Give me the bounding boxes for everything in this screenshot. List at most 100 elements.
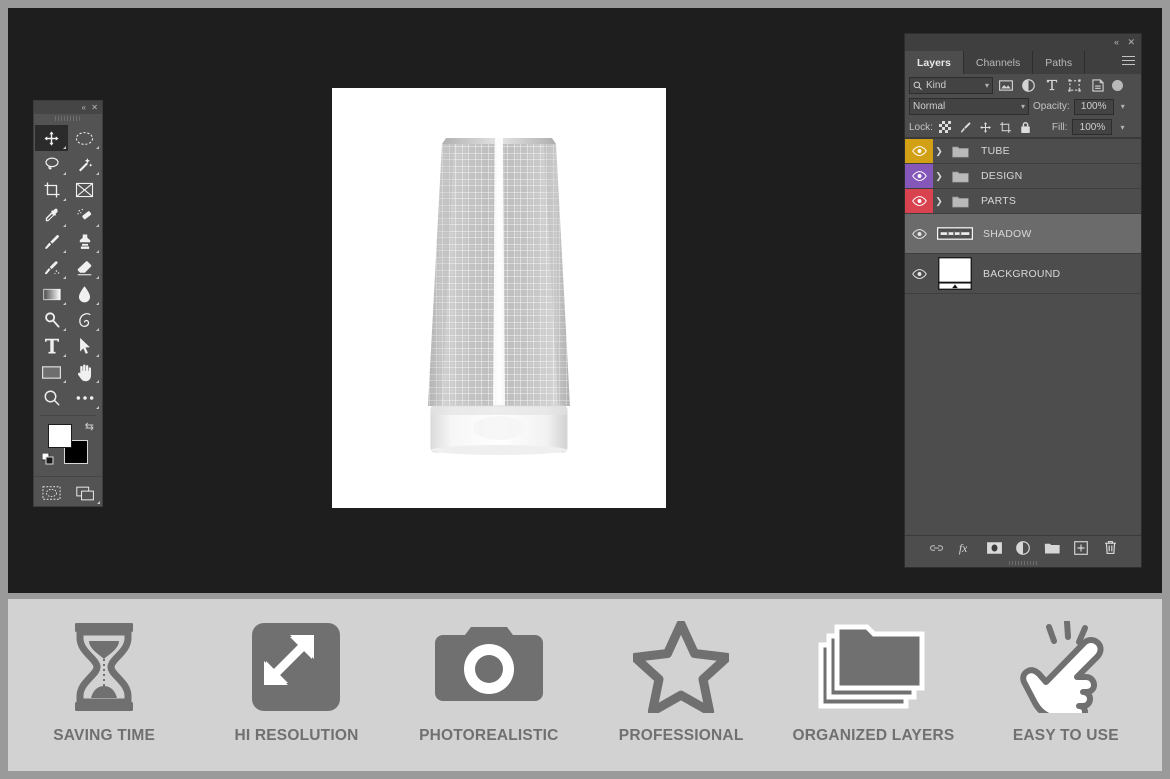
lock-position-icon[interactable] [978, 120, 993, 135]
color-swatch-zone: ⇆ [34, 418, 102, 476]
delete-layer-button[interactable] [1102, 539, 1119, 556]
tool-clone-stamp-tool[interactable] [68, 229, 101, 255]
layer-row-shadow[interactable]: SHADOW [905, 214, 1141, 254]
layers-close-button[interactable]: ✕ [1127, 35, 1135, 50]
opacity-input[interactable]: 100% [1073, 98, 1114, 115]
layers-panel-footer: fx [905, 535, 1141, 559]
layer-visibility-toggle-background[interactable] [905, 254, 933, 293]
filter-kind-select[interactable]: Kind ▾ [909, 76, 993, 94]
foreground-color-swatch[interactable] [48, 424, 72, 448]
tool-history-brush-tool[interactable] [35, 255, 68, 281]
feature-easy-to-use: EASY TO USE [970, 599, 1162, 745]
layers-panel-grip[interactable] [905, 559, 1141, 567]
opacity-slider-chevron-icon[interactable]: ▾ [1118, 102, 1125, 111]
layer-filter-row: Kind ▾ [905, 74, 1141, 96]
blend-mode-value: Normal [913, 101, 946, 112]
tools-panel-grip[interactable] [34, 114, 102, 123]
document-canvas[interactable] [332, 88, 666, 508]
eye-icon [911, 146, 927, 156]
layer-expand-arrow-design[interactable]: ❯ [933, 171, 945, 182]
lock-artboard-nesting-icon[interactable] [998, 120, 1013, 135]
filter-smartobject-icon[interactable] [1087, 76, 1108, 94]
tool-path-selection-tool[interactable] [68, 333, 101, 359]
layers-collapse-button[interactable]: « [1114, 35, 1119, 50]
eye-icon [911, 196, 927, 206]
layers-panel: « ✕ Layers Channels Paths Kind ▾ Normal … [904, 33, 1142, 568]
panel-menu-icon[interactable] [1122, 56, 1135, 68]
tool-elliptical-marquee-tool[interactable] [68, 125, 101, 151]
tool-dodge-tool[interactable] [35, 307, 68, 333]
layer-name-design: DESIGN [981, 170, 1023, 182]
tool-grid [34, 123, 102, 413]
chevron-down-icon[interactable]: ▾ [1018, 102, 1025, 111]
tool-gradient-tool[interactable] [35, 281, 68, 307]
star-icon [633, 621, 730, 713]
lock-transparent-pixels-icon[interactable] [938, 120, 953, 135]
tool-eraser-tool[interactable] [68, 255, 101, 281]
layer-visibility-toggle-tube[interactable] [905, 139, 933, 163]
quick-mask-mode-icon[interactable] [34, 480, 68, 506]
swap-colors-icon[interactable]: ⇆ [85, 420, 94, 433]
tool-brush-tool[interactable] [35, 229, 68, 255]
tool-pen-tool[interactable] [68, 307, 101, 333]
tool-move-tool[interactable] [35, 125, 68, 151]
eye-icon [911, 268, 927, 279]
layer-style-button[interactable]: fx [957, 539, 974, 556]
fill-input[interactable]: 100% [1072, 119, 1113, 135]
folder-icon [951, 171, 969, 183]
filter-type-icon[interactable] [1041, 76, 1062, 94]
tool-horizontal-type-tool[interactable] [35, 333, 68, 359]
lock-image-pixels-icon[interactable] [958, 120, 973, 135]
layer-row-parts[interactable]: ❯ PARTS [905, 189, 1141, 214]
filter-adjustment-icon[interactable] [1018, 76, 1039, 94]
tool-blur-tool[interactable] [68, 281, 101, 307]
tab-channels[interactable]: Channels [964, 51, 1034, 74]
tools-collapse-button[interactable]: « [82, 101, 86, 114]
feature-hi-resolution: HI RESOLUTION [200, 599, 392, 745]
blend-mode-row: Normal ▾ Opacity: 100% ▾ [905, 96, 1141, 117]
layer-mask-button[interactable] [986, 539, 1003, 556]
tools-divider [40, 415, 96, 416]
layer-visibility-toggle-shadow[interactable] [905, 214, 933, 253]
link-layers-button[interactable] [928, 539, 945, 556]
filter-pixel-icon[interactable] [995, 76, 1016, 94]
tool-rectangle-tool[interactable] [35, 359, 68, 385]
folder-icon [951, 146, 969, 158]
chevron-down-icon[interactable]: ▾ [982, 81, 989, 90]
tab-layers[interactable]: Layers [905, 51, 964, 74]
layer-visibility-toggle-design[interactable] [905, 164, 933, 188]
screen-mode-icon[interactable] [68, 480, 102, 506]
default-colors-icon[interactable] [41, 452, 54, 470]
filter-shape-icon[interactable] [1064, 76, 1085, 94]
filter-enable-toggle[interactable] [1112, 79, 1123, 91]
layer-row-background[interactable]: BACKGROUND [905, 254, 1141, 294]
layer-row-design[interactable]: ❯ DESIGN [905, 164, 1141, 189]
fill-slider-chevron-icon[interactable]: ▾ [1117, 123, 1124, 132]
new-layer-button[interactable] [1073, 539, 1090, 556]
tab-paths[interactable]: Paths [1033, 51, 1086, 74]
tools-close-button[interactable]: ✕ [91, 101, 98, 114]
tool-edit-toolbar-tool[interactable] [68, 385, 101, 411]
tool-hand-tool[interactable] [68, 359, 101, 385]
opacity-label: Opacity: [1033, 101, 1070, 112]
new-group-button[interactable] [1044, 539, 1061, 556]
tool-zoom-tool[interactable] [35, 385, 68, 411]
layer-expand-arrow-parts[interactable]: ❯ [933, 196, 945, 207]
tool-eyedropper-tool[interactable] [35, 203, 68, 229]
tool-crop-tool[interactable] [35, 177, 68, 203]
photoshop-workspace: « ✕ ⇆ « ✕ Layers Channels Paths Kind ▾ N… [8, 8, 1162, 593]
layer-expand-arrow-tube[interactable]: ❯ [933, 146, 945, 157]
tool-frame-tool[interactable] [68, 177, 101, 203]
tool-lasso-tool[interactable] [35, 151, 68, 177]
adjustment-layer-button[interactable] [1015, 539, 1032, 556]
lock-all-icon[interactable] [1018, 120, 1033, 135]
tube-mockup-artwork [428, 138, 570, 455]
feature-photorealistic: PHOTOREALISTIC [393, 599, 585, 745]
tool-magic-wand-tool[interactable] [68, 151, 101, 177]
blend-mode-select[interactable]: Normal ▾ [909, 98, 1029, 115]
layer-visibility-toggle-parts[interactable] [905, 189, 933, 213]
feature-saving-time: SAVING TIME [8, 599, 200, 745]
layer-row-tube[interactable]: ❯ TUBE [905, 139, 1141, 164]
layer-thumbnail-background [933, 257, 977, 290]
tool-spot-healing-brush-tool[interactable] [68, 203, 101, 229]
